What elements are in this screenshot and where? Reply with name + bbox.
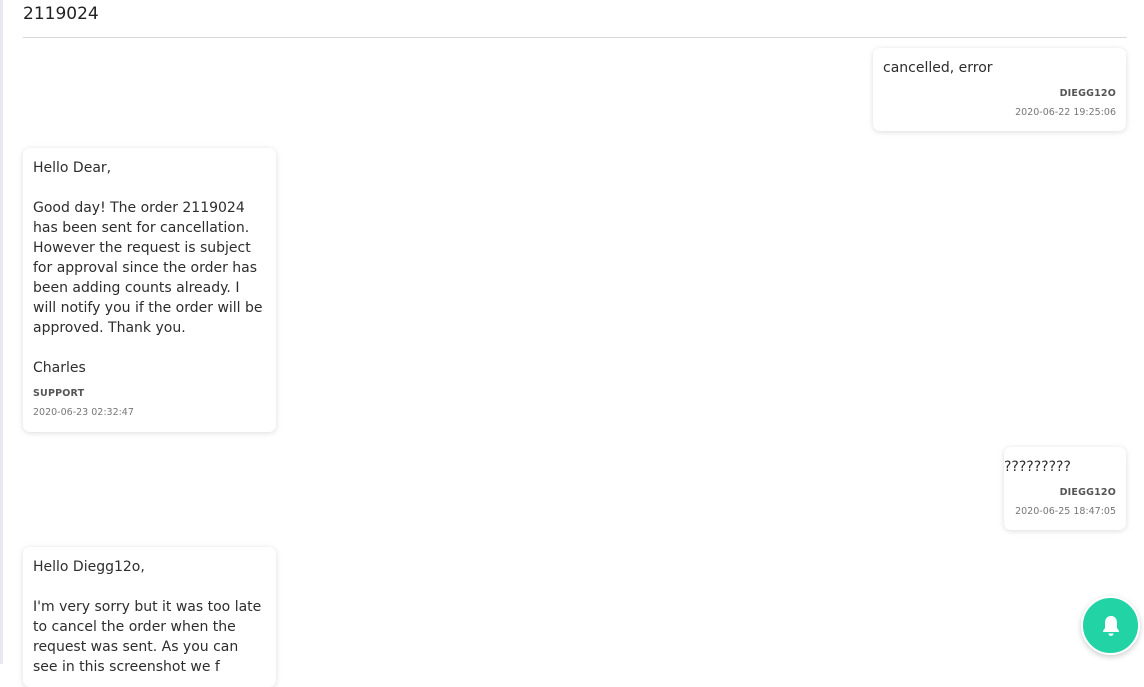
message-bubble: Hello Diegg12o, I'm very sorry but it wa…	[23, 547, 276, 687]
message-body: ?????????	[1004, 459, 1071, 475]
message-author: DIEGG12O	[1059, 88, 1116, 99]
message-body: Hello Diegg12o, I'm very sorry but it wa…	[33, 559, 262, 675]
message-list: cancelled, error DIEGG12O 2020-06-22 19:…	[0, 0, 1144, 687]
message-author: SUPPORT	[33, 388, 85, 399]
message-timestamp: 2020-06-25 18:47:05	[1015, 506, 1116, 517]
message-bubble: Hello Dear, Good day! The order 2119024 …	[23, 148, 276, 432]
notification-button[interactable]	[1081, 596, 1140, 655]
message-bubble: ????????? DIEGG12O 2020-06-25 18:47:05	[1004, 447, 1126, 530]
message-bubble: cancelled, error DIEGG12O 2020-06-22 19:…	[873, 48, 1126, 131]
message-body: Hello Dear, Good day! The order 2119024 …	[33, 160, 263, 376]
message-timestamp: 2020-06-22 19:25:06	[1015, 107, 1116, 118]
message-author: DIEGG12O	[1059, 487, 1116, 498]
bell-icon	[1102, 615, 1119, 636]
message-body: cancelled, error	[883, 60, 993, 76]
message-timestamp: 2020-06-23 02:32:47	[33, 407, 134, 418]
